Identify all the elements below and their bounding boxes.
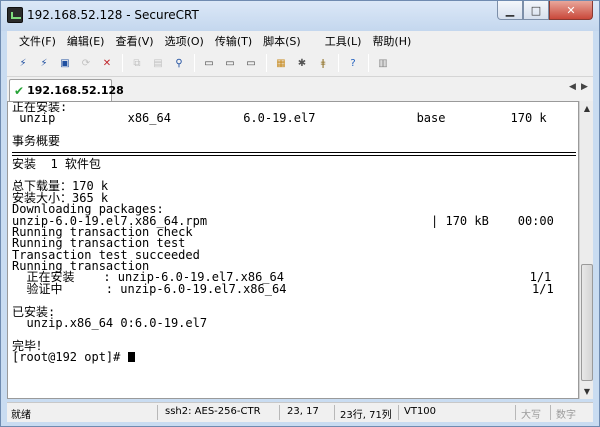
paste-icon[interactable]: ▤ (150, 55, 166, 71)
status-divider (515, 405, 516, 420)
terminal-line: unzip.x86_64 0:6.0-19.el7 (12, 316, 208, 331)
menu-help[interactable]: 帮助(H) (372, 33, 411, 49)
scroll-down-icon[interactable]: ▼ (580, 384, 594, 398)
menu-options[interactable]: 选项(O) (165, 33, 204, 49)
close-button[interactable]: ✕ (549, 1, 593, 20)
securecrt-window: 192.168.52.128 - SecureCRT ▁ □ ✕ 文件(F) 编… (0, 0, 600, 427)
menu-edit[interactable]: 编辑(E) (67, 33, 105, 49)
tab-next-icon[interactable]: ▶ (581, 82, 588, 92)
status-caps-lock: 大写 (521, 410, 541, 421)
menu-transfer[interactable]: 传输(T) (215, 33, 252, 49)
window-controls: ▁ □ ✕ (497, 1, 593, 21)
menu-bar: 文件(F) 编辑(E) 查看(V) 选项(O) 传输(T) 脚本(S) 工具(L… (7, 31, 593, 50)
tab-session[interactable]: ✔ 192.168.52.128 (9, 79, 124, 101)
status-terminal-type: VT100 (404, 406, 437, 417)
status-num-lock: 数字 (556, 410, 576, 421)
copy-icon[interactable]: ⧉ (129, 55, 145, 71)
toolbar-separator (122, 54, 123, 72)
status-divider (334, 405, 335, 420)
tab-label: 192.168.52.128 (27, 84, 124, 97)
status-ready: 就绪 (11, 410, 31, 421)
help-icon[interactable]: ? (345, 55, 361, 71)
print-setup-icon[interactable]: ▭ (201, 55, 217, 71)
scroll-up-icon[interactable]: ▲ (580, 101, 594, 115)
status-protocol: ssh2: AES-256-CTR (165, 406, 261, 417)
terminal-line: [root@192 opt]# (12, 351, 576, 363)
status-cursor-position: 23, 17 (287, 406, 319, 417)
terminal-line: unzip x86_64 6.0-19.el7 base 170 k (12, 111, 547, 126)
tab-prev-icon[interactable]: ◀ (569, 82, 576, 92)
connect-tab-icon[interactable]: ▣ (57, 55, 73, 71)
status-divider (398, 405, 399, 420)
disconnect-icon[interactable]: ✕ (99, 55, 115, 71)
find-icon[interactable]: ⚲ (171, 55, 187, 71)
terminal-scrollbar[interactable]: ▲ ▼ (579, 101, 593, 399)
quick-connect-icon[interactable]: ⚡ (36, 55, 52, 71)
toolbar-separator (368, 54, 369, 72)
terminal-double-rule (12, 151, 576, 156)
status-divider (157, 405, 158, 420)
window-title: 192.168.52.128 - SecureCRT (27, 8, 199, 22)
securecrt-app-icon (7, 7, 23, 23)
connect-icon[interactable]: ⚡ (15, 55, 31, 71)
print-icon[interactable]: ▭ (243, 55, 259, 71)
terminal-line: 事务概要 (12, 134, 61, 149)
minimize-button[interactable]: ▁ (497, 1, 523, 20)
menu-script[interactable]: 脚本(S) (263, 33, 301, 49)
toolbar-separator (266, 54, 267, 72)
scroll-thumb[interactable] (581, 264, 593, 381)
toolbar-separator (194, 54, 195, 72)
terminal-view[interactable]: 正在安装: unzip x86_64 6.0-19.el7 base 170 k… (7, 101, 579, 399)
session-options-icon[interactable]: ▦ (273, 55, 289, 71)
menu-view[interactable]: 查看(V) (115, 33, 153, 49)
status-bar: 就绪 ssh2: AES-256-CTR 23, 17 23行, 71列 VT1… (7, 402, 593, 422)
terminal-line: 验证中 : unzip-6.0-19.el7.x86_64 1/1 (12, 281, 554, 296)
menu-tools[interactable]: 工具(L) (325, 33, 362, 49)
menu-file[interactable]: 文件(F) (19, 33, 56, 49)
status-divider (279, 405, 280, 420)
terminal-line: 安装 1 软件包 (12, 156, 101, 171)
title-bar[interactable]: 192.168.52.128 - SecureCRT ▁ □ ✕ (1, 1, 599, 31)
tab-strip: ✔ 192.168.52.128 ◀ ▶ (7, 77, 593, 101)
terminal-cursor (127, 352, 135, 363)
toolbar-separator (338, 54, 339, 72)
minimize-icon: ▁ (505, 3, 515, 17)
keymap-icon[interactable]: ǂ (315, 55, 331, 71)
sftp-icon[interactable]: ▥ (375, 55, 391, 71)
status-divider (550, 405, 551, 420)
maximize-icon: □ (530, 3, 542, 17)
reconnect-icon[interactable]: ⟳ (78, 55, 94, 71)
status-terminal-size: 23行, 71列 (340, 410, 392, 421)
terminal-output: 正在安装: unzip x86_64 6.0-19.el7 base 170 k… (12, 102, 576, 364)
print-selection-icon[interactable]: ▭ (222, 55, 238, 71)
close-icon: ✕ (566, 3, 576, 17)
maximize-button[interactable]: □ (523, 1, 549, 20)
toolbar: ⚡ ⚡ ▣ ⟳ ✕ ⧉ ▤ ⚲ ▭ ▭ ▭ ▦ ✱ ǂ ? ▥ (7, 50, 593, 77)
global-options-icon[interactable]: ✱ (294, 55, 310, 71)
connected-check-icon: ✔ (14, 83, 25, 98)
